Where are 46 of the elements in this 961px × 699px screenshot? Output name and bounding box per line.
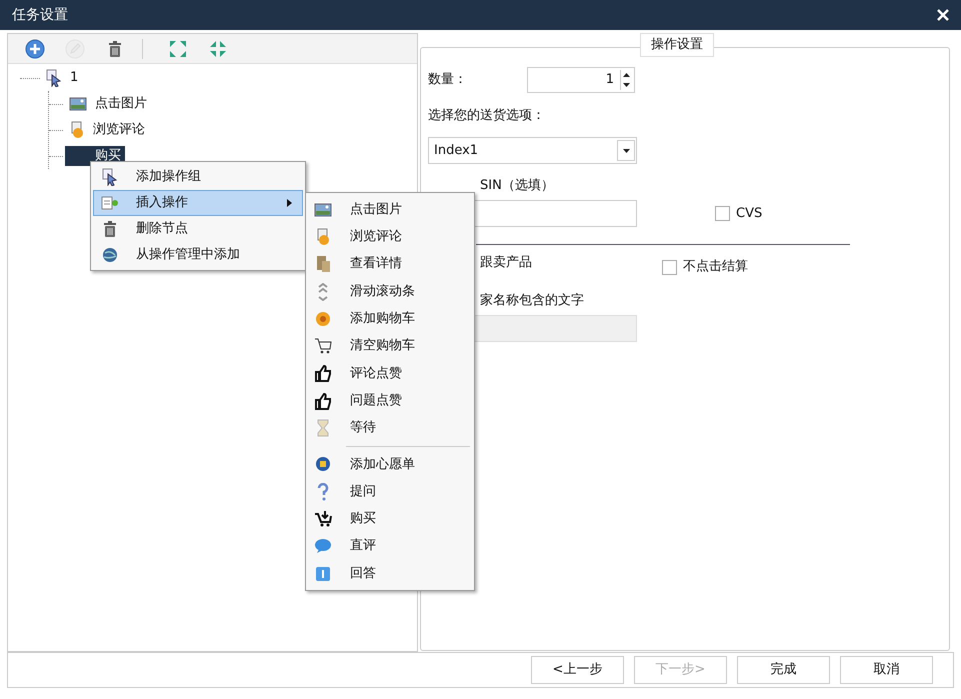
picture-icon xyxy=(69,96,87,112)
menu-item[interactable]: 添加购物车 xyxy=(308,305,472,332)
menu-item[interactable]: 评论点赞 xyxy=(308,360,472,388)
checkbox-label: 不点击结算 xyxy=(683,258,748,276)
menu-item[interactable]: 购买 xyxy=(308,505,472,533)
field-label: SIN（选填） xyxy=(480,177,554,196)
menu-item[interactable]: 浏览评论 xyxy=(308,223,472,251)
menu-item[interactable]: 查看详情 xyxy=(308,250,472,278)
menu-item[interactable]: 直评 xyxy=(308,532,472,560)
checkbox[interactable] xyxy=(715,206,730,221)
tree-node[interactable]: 浏览评论 xyxy=(65,120,149,140)
checkbox[interactable] xyxy=(662,260,677,274)
field-label: 数量： xyxy=(428,71,468,90)
dialog-button[interactable]: <上一步 xyxy=(531,656,624,684)
dialog-button[interactable]: 取消 xyxy=(840,656,933,684)
field-label: 跟卖产品 xyxy=(479,254,533,272)
menu-item[interactable]: 问题点赞 xyxy=(308,387,472,414)
field-label: 选择您的送货选项： xyxy=(428,107,545,126)
field-label: 家名称包含的文字 xyxy=(480,292,584,310)
group-legend: 操作设置 xyxy=(640,33,714,57)
menu-item[interactable]: 添加操作组 xyxy=(93,164,303,190)
menu-item[interactable]: 滑动滚动条 xyxy=(308,278,472,306)
trash-icon xyxy=(108,40,122,56)
quantity-spinner[interactable]: 1 xyxy=(527,67,635,93)
tree-node[interactable]: 1 xyxy=(42,68,82,88)
tree-node[interactable]: 点击图片 xyxy=(65,94,151,114)
menu-item[interactable]: 删除节点 xyxy=(93,216,303,242)
menu-item[interactable]: 清空购物车 xyxy=(308,332,472,360)
window-title: 任务设置 xyxy=(12,6,68,24)
pointer-icon xyxy=(46,69,62,87)
menu-item[interactable]: 插入操作 xyxy=(93,190,303,216)
close-icon[interactable] xyxy=(937,9,949,21)
collapse-icon xyxy=(208,38,228,58)
checkbox-label: CVS xyxy=(736,204,762,223)
hand-icon xyxy=(69,121,85,139)
menu-item[interactable]: 提问 xyxy=(308,478,472,506)
menu-item[interactable]: 等待 xyxy=(308,414,472,442)
add-icon xyxy=(25,38,45,58)
menu-item[interactable]: 从操作管理中添加 xyxy=(93,242,303,268)
shipping-dropdown[interactable]: Index1 xyxy=(428,137,637,164)
menu-item[interactable]: 回答 xyxy=(308,560,472,588)
spin-arrows-icon[interactable] xyxy=(620,70,632,90)
expand-icon xyxy=(168,38,188,58)
menu-item[interactable]: 添加心愿单 xyxy=(308,450,472,478)
menu-item[interactable]: 点击图片 xyxy=(308,196,472,224)
dialog-button[interactable]: 完成 xyxy=(737,656,830,684)
